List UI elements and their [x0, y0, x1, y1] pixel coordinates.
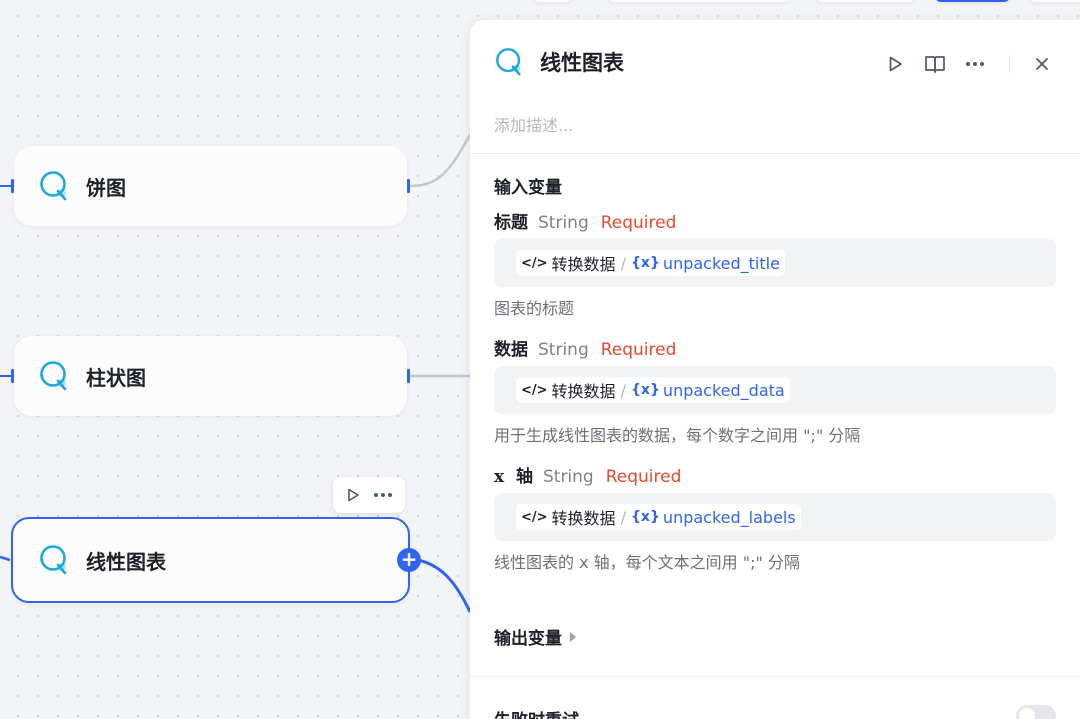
description-input[interactable]: 添加描述... [494, 112, 573, 136]
output-port[interactable] [407, 179, 410, 193]
more-dots-icon[interactable] [373, 492, 393, 498]
node-label: 饼图 [86, 175, 126, 200]
input-port[interactable] [11, 179, 14, 193]
required-badge: Required [605, 467, 682, 487]
variable-reference-field[interactable]: </> 转换数据 / {x} unpacked_title [494, 239, 1056, 287]
panel-title[interactable]: 线性图表 [540, 47, 624, 77]
variable-name: x 轴 [494, 467, 533, 487]
required-badge: Required [600, 340, 677, 360]
variable-icon: {x} [630, 382, 660, 398]
retry-on-failure-title: 失败时重试 [494, 706, 579, 719]
code-icon: </> [521, 382, 548, 398]
ref-node-name: 转换数据 [551, 382, 616, 401]
variable-hint: 图表的标题 [494, 299, 575, 318]
input-port[interactable] [11, 369, 14, 383]
variable-type: String [538, 213, 589, 233]
divider [1009, 55, 1010, 73]
ref-variable-name: unpacked_data [662, 380, 785, 400]
input-variable-x-axis: x 轴 String Required [494, 462, 681, 487]
ref-variable-name: unpacked_title [662, 253, 780, 273]
variable-type: String [542, 467, 594, 487]
more-dots-icon[interactable] [955, 51, 995, 77]
node-toolbar [333, 477, 405, 513]
chart-plugin-icon [38, 543, 72, 577]
chart-plugin-icon [494, 46, 526, 78]
ref-separator: / [620, 253, 626, 273]
ref-node-name: 转换数据 [551, 255, 616, 274]
chart-plugin-icon [38, 359, 72, 393]
caret-right-icon [570, 631, 576, 642]
node-line-chart[interactable]: 线性图表 + [11, 517, 421, 603]
input-variables-title: 输入变量 [494, 178, 562, 198]
code-icon: </> [521, 509, 548, 525]
output-variables-title: 输出变量 [494, 629, 562, 649]
divider [470, 676, 1080, 677]
workflow-canvas[interactable]: 饼图 柱状图 线性图表 + 线性图表 添加描述... 输入变量 标题 Strin… [0, 0, 1080, 719]
variable-hint: 线性图表的 x 轴，每个文本之间用 ";" 分隔 [494, 553, 800, 572]
node-config-panel: 线性图表 添加描述... 输入变量 标题 String Required </>… [470, 20, 1080, 719]
variable-name: 数据 [494, 340, 528, 360]
code-icon: </> [521, 255, 548, 271]
play-icon[interactable] [345, 487, 361, 503]
variable-reference-chip[interactable]: </> 转换数据 / {x} unpacked_data [516, 377, 790, 403]
variable-reference-chip[interactable]: </> 转换数据 / {x} unpacked_title [516, 250, 785, 276]
variable-name: 标题 [494, 213, 528, 233]
variable-icon: {x} [630, 255, 660, 271]
panel-actions [875, 51, 1062, 77]
variable-hint: 用于生成线性图表的数据，每个数字之间用 ";" 分隔 [494, 426, 861, 445]
panel-header: 线性图表 [494, 46, 624, 78]
variable-reference-field[interactable]: </> 转换数据 / {x} unpacked_data [494, 366, 1056, 414]
book-icon[interactable] [915, 51, 955, 77]
output-port[interactable] [407, 369, 410, 383]
ref-separator: / [620, 380, 626, 400]
node-bar-chart[interactable]: 柱状图 [11, 336, 410, 416]
ref-variable-name: unpacked_labels [662, 507, 796, 527]
output-variables-toggle[interactable]: 输出变量 [494, 624, 576, 649]
node-pie-chart[interactable]: 饼图 [11, 146, 410, 226]
variable-type: String [538, 340, 589, 360]
ref-separator: / [620, 507, 626, 527]
required-badge: Required [600, 213, 677, 233]
input-variable-data: 数据 String Required [494, 335, 676, 360]
variable-reference-field[interactable]: </> 转换数据 / {x} unpacked_labels [494, 493, 1056, 541]
variable-icon: {x} [630, 509, 660, 525]
chart-plugin-icon [38, 169, 72, 203]
node-label: 线性图表 [86, 549, 166, 574]
retry-toggle[interactable] [1016, 705, 1056, 719]
ref-node-name: 转换数据 [551, 509, 616, 528]
divider [470, 153, 1080, 154]
play-icon[interactable] [875, 51, 915, 77]
add-node-plus-icon[interactable]: + [397, 548, 421, 572]
node-label: 柱状图 [86, 365, 146, 390]
close-icon[interactable] [1022, 51, 1062, 77]
variable-reference-chip[interactable]: </> 转换数据 / {x} unpacked_labels [516, 504, 801, 530]
input-variable-title: 标题 String Required [494, 208, 676, 233]
